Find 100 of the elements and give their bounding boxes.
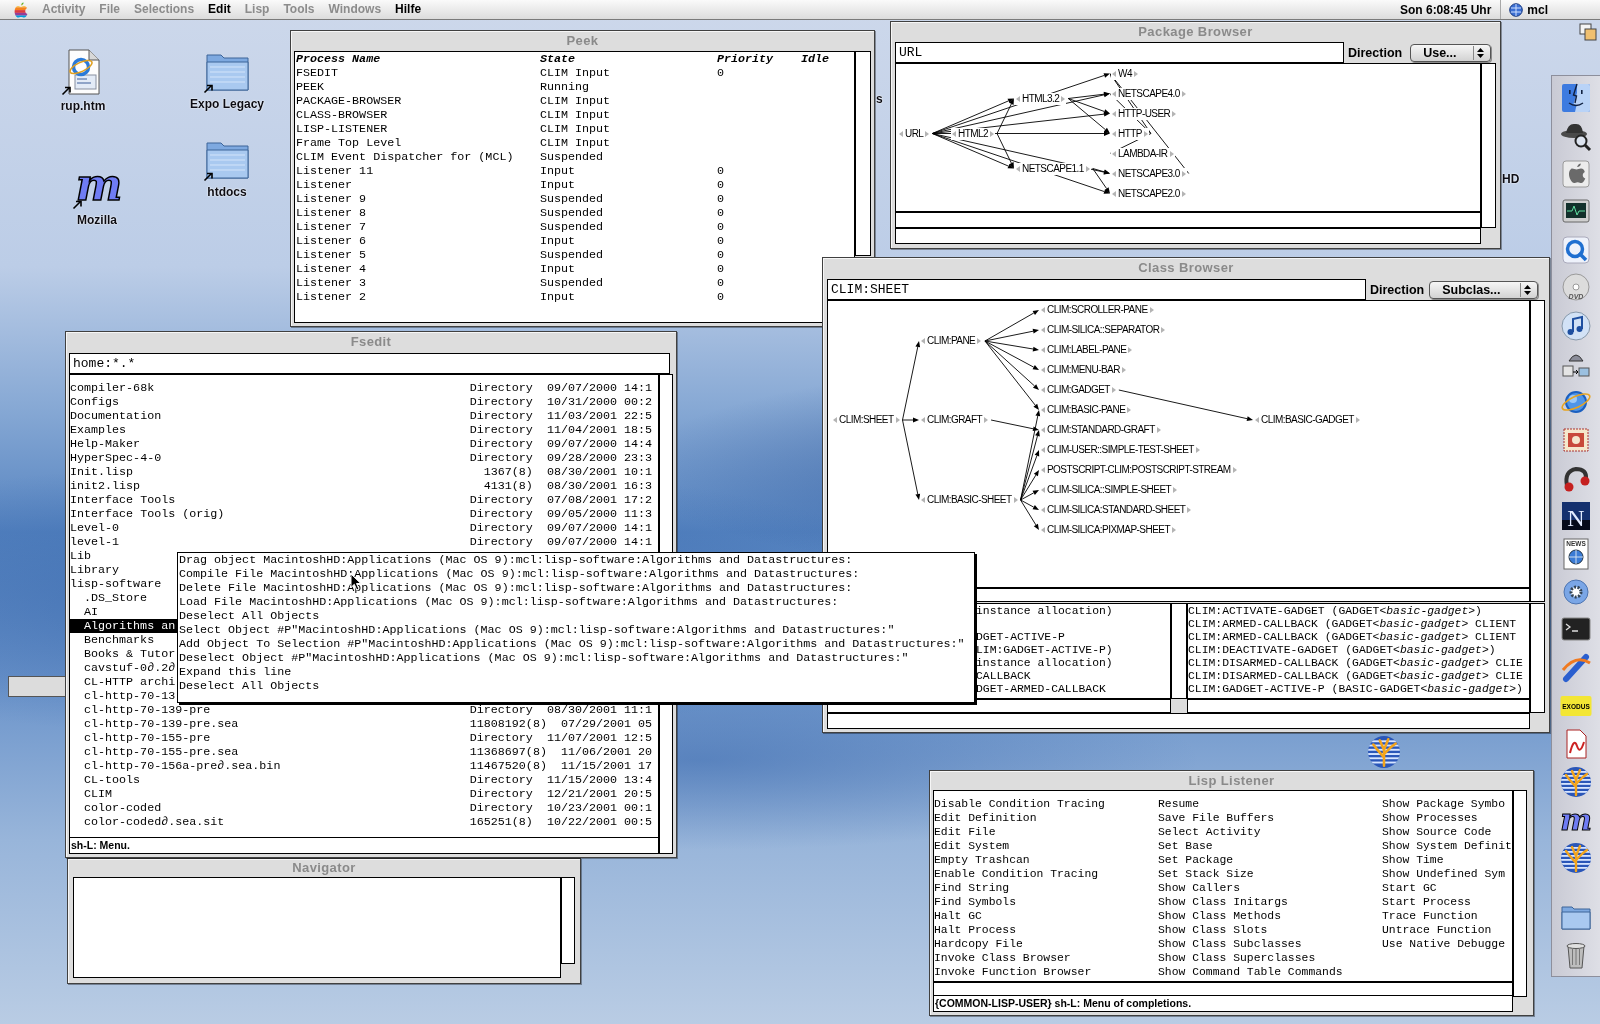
table-cell: PEEK [296, 80, 325, 94]
file-info: 11467520(8) [469, 759, 547, 773]
field-label: Direction [1370, 282, 1425, 297]
file-info: Directory [469, 703, 533, 717]
table-cell: Frame Top Level [296, 136, 402, 150]
table-cell: Input [540, 164, 576, 178]
slot-entry: instance allocation) [976, 657, 1113, 670]
method-entry: CLIM:DISARMED-CALLBACK (GADGET<basic-gadget> CLIE [1188, 670, 1523, 683]
table-cell: Listener 6 [296, 234, 367, 248]
file-info: 4131(8) [483, 479, 533, 493]
table-cell: 0 [717, 220, 724, 234]
table-cell: Suspended [540, 206, 604, 220]
status-text: sh-L: Menu. [70, 838, 130, 853]
window-title: Peek [566, 33, 599, 49]
table-cell: CLIM Input [540, 136, 611, 150]
file-date: 12/21/2001 20:5 [546, 787, 653, 801]
table-cell: FSEDIT [296, 66, 339, 80]
table-cell: Input [540, 290, 576, 304]
column-header: Idle [801, 52, 830, 66]
file-date: 11/04/2001 18:5 [546, 423, 653, 437]
file-date: 09/05/2000 11:3 [546, 507, 653, 521]
column-header: Process Name [296, 52, 381, 66]
table-cell: 0 [717, 66, 724, 80]
slot-entry: DGET-ARMED-CALLBACK [976, 683, 1106, 696]
table-cell: Listener 11 [296, 164, 374, 178]
file-info: 11368697(8) [469, 745, 547, 759]
file-date: 11/15/2000 13:4 [546, 773, 653, 787]
table-cell: Suspended [540, 220, 604, 234]
file-info: Directory [469, 381, 533, 395]
table-cell: Listener 2 [296, 290, 367, 304]
window-title: Navigator [292, 860, 356, 876]
method-entry: CLIM:ACTIVATE-GADGET (GADGET<basic-gadget>) [1188, 605, 1482, 618]
file-info: Directory [469, 787, 533, 801]
table-cell: 0 [717, 248, 724, 262]
file-date: 07/08/2001 17:2 [546, 493, 653, 507]
file-date: 09/07/2000 14:4 [546, 437, 653, 451]
table-cell: Listener 8 [296, 206, 367, 220]
file-info: Directory [469, 451, 533, 465]
file-info: Directory [469, 773, 533, 787]
file-info: Directory [469, 535, 533, 549]
file-info: 11808192(8) [469, 717, 547, 731]
table-cell: 0 [717, 178, 724, 192]
table-cell: 0 [717, 234, 724, 248]
slot-entry: CALLBACK [976, 670, 1031, 683]
file-date: 09/07/2000 14:1 [546, 535, 653, 549]
file-date: 08/30/2001 16:3 [546, 479, 653, 493]
table-cell: Listener [296, 178, 353, 192]
table-cell: CLIM Input [540, 108, 611, 122]
table-cell: CLIM Event Dispatcher for (MCL) [296, 150, 514, 164]
file-info: Directory [469, 731, 533, 745]
table-cell: PACKAGE-BROWSER [296, 94, 402, 108]
slot-entry: LIM:GADGET-ACTIVE-P) [976, 644, 1113, 657]
file-date: 08/30/2001 10:1 [546, 465, 653, 479]
table-cell: 0 [717, 192, 724, 206]
field-label: Direction [1348, 45, 1403, 60]
table-cell: Listener 7 [296, 220, 367, 234]
file-date: 09/28/2000 23:3 [546, 451, 653, 465]
file-date: 10/31/2000 00:2 [546, 395, 653, 409]
file-info: 165251(8) [469, 815, 533, 829]
method-entry: CLIM:DISARMED-CALLBACK (GADGET<basic-gadget> CLIE [1188, 657, 1523, 670]
file-info: Directory [469, 493, 533, 507]
file-date: 07/29/2001 05 [560, 717, 653, 731]
slot-entry: instance allocation) [976, 605, 1113, 618]
table-cell: Listener 3 [296, 276, 367, 290]
file-date: 10/23/2001 00:1 [546, 801, 653, 815]
file-date: 11/06/2001 20 [560, 745, 653, 759]
status-text: {COMMON-LISP-USER} sh-L: Menu of completions. [934, 996, 1192, 1011]
table-cell: CLIM Input [540, 66, 611, 80]
table-cell: Listener 9 [296, 192, 367, 206]
file-info: Directory [469, 437, 533, 451]
table-cell: 0 [717, 276, 724, 290]
window-title: Lisp Listener [1188, 772, 1275, 789]
column-header: State [540, 52, 576, 66]
file-date: 09/07/2000 14:1 [546, 381, 653, 395]
table-cell: 0 [717, 164, 724, 178]
column-header: Priority [717, 52, 774, 66]
table-cell: Listener 4 [296, 262, 367, 276]
table-cell: 0 [717, 290, 724, 304]
slot-entry: DGET-ACTIVE-P [976, 631, 1065, 644]
table-cell: LISP-LISTENER [296, 122, 388, 136]
file-date: 10/22/2001 00:5 [546, 815, 653, 829]
table-cell: Listener 5 [296, 248, 367, 262]
window-title: Package Browser [1138, 23, 1253, 40]
table-cell: 0 [717, 206, 724, 220]
file-info: Directory [469, 409, 533, 423]
method-entry: CLIM:ARMED-CALLBACK (GADGET<basic-gadget> CLIENT [1188, 618, 1517, 631]
table-cell: CLASS-BROWSER [296, 108, 388, 122]
table-cell: Suspended [540, 150, 604, 164]
table-cell: Suspended [540, 248, 604, 262]
file-info: Directory [469, 395, 533, 409]
file-date: 11/03/2001 22:5 [546, 409, 653, 423]
table-cell: CLIM Input [540, 94, 611, 108]
file-info: 1367(8) [483, 465, 533, 479]
file-info: Directory [469, 521, 533, 535]
file-info: Directory [469, 801, 533, 815]
table-cell: Input [540, 234, 576, 248]
method-entry: CLIM:DEACTIVATE-GADGET (GADGET<basic-gadget>) [1188, 644, 1496, 657]
table-cell: Suspended [540, 276, 604, 290]
file-info: Directory [469, 423, 533, 437]
table-cell: Input [540, 262, 576, 276]
